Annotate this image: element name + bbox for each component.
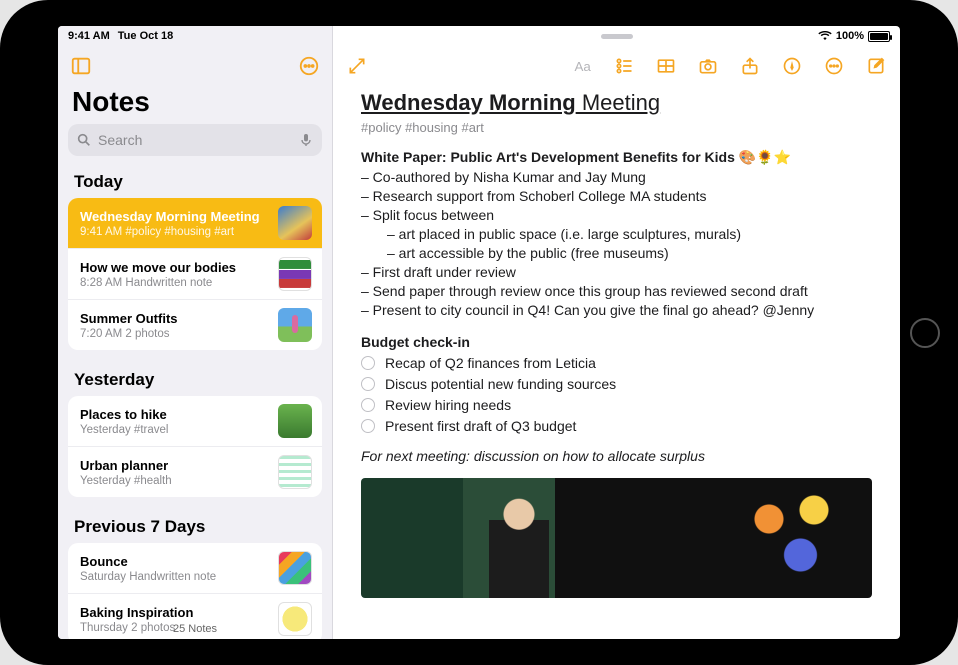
- note-title: Wednesday Morning Meeting: [361, 90, 872, 116]
- section-header: Yesterday: [68, 362, 322, 396]
- checkbox-icon[interactable]: [361, 398, 375, 412]
- notes-group: Wednesday Morning Meeting 9:41 AM #policy…: [68, 198, 322, 350]
- note-list-item[interactable]: Wednesday Morning Meeting 9:41 AM #policy…: [68, 198, 322, 249]
- note-thumbnail: [278, 551, 312, 585]
- note-list-item[interactable]: Summer Outfits 7:20 AM 2 photos: [68, 300, 322, 350]
- compose-icon[interactable]: [866, 56, 886, 76]
- note-thumbnail: [278, 308, 312, 342]
- note-line: – Co-authored by Nisha Kumar and Jay Mun…: [361, 169, 872, 185]
- note-heading: White Paper: Public Art's Development Be…: [361, 149, 872, 166]
- note-thumbnail: [278, 206, 312, 240]
- checklist-label: Present first draft of Q3 budget: [385, 418, 576, 434]
- note-item-subtitle: 8:28 AM Handwritten note: [80, 277, 270, 289]
- note-line: – Split focus between: [361, 207, 872, 223]
- note-line: – art accessible by the public (free mus…: [387, 245, 872, 261]
- more-icon[interactable]: [298, 55, 320, 77]
- sidebar-toggle-icon[interactable]: [70, 55, 92, 77]
- note-list-item[interactable]: Places to hike Yesterday #travel: [68, 396, 322, 447]
- note-item-title: Bounce: [80, 554, 270, 569]
- note-item-title: Wednesday Morning Meeting: [80, 209, 270, 224]
- battery-percent: 100%: [836, 30, 864, 42]
- table-icon[interactable]: [656, 56, 676, 76]
- editor-toolbar: Aa: [333, 48, 900, 84]
- ipad-frame: 9:41 AM Tue Oct 18 100% Notes TodayWedne…: [0, 0, 958, 665]
- battery-icon: [868, 31, 890, 42]
- note-list-item[interactable]: How we move our bodies 8:28 AM Handwritte…: [68, 249, 322, 300]
- checklist-icon[interactable]: [614, 56, 634, 76]
- note-attached-photo[interactable]: [361, 478, 872, 598]
- share-icon[interactable]: [740, 56, 760, 76]
- checklist-label: Review hiring needs: [385, 397, 511, 413]
- notes-group: Places to hike Yesterday #travel Urban pla…: [68, 396, 322, 497]
- mic-icon[interactable]: [298, 131, 314, 149]
- search-input[interactable]: [68, 124, 322, 156]
- notes-count: 25 Notes: [58, 623, 332, 635]
- status-bar: 9:41 AM Tue Oct 18 100%: [58, 26, 900, 46]
- note-item-subtitle: Saturday Handwritten note: [80, 571, 270, 583]
- note-thumbnail: [278, 257, 312, 291]
- checklist-item[interactable]: Discus potential new funding sources: [361, 376, 872, 392]
- camera-icon[interactable]: [698, 56, 718, 76]
- note-list-item[interactable]: Bounce Saturday Handwritten note: [68, 543, 322, 594]
- note-item-subtitle: Yesterday #health: [80, 475, 270, 487]
- checklist-item[interactable]: Recap of Q2 finances from Leticia: [361, 355, 872, 371]
- wifi-icon: [818, 31, 832, 41]
- note-list-item[interactable]: Urban planner Yesterday #health: [68, 447, 322, 497]
- checkbox-icon[interactable]: [361, 377, 375, 391]
- note-heading: Budget check-in: [361, 334, 872, 350]
- note-item-title: Urban planner: [80, 458, 270, 473]
- section-header: Previous 7 Days: [68, 509, 322, 543]
- note-thumbnail: [278, 455, 312, 489]
- note-item-title: Places to hike: [80, 407, 270, 422]
- note-item-title: How we move our bodies: [80, 260, 270, 275]
- note-item-subtitle: Yesterday #travel: [80, 424, 270, 436]
- note-line: – Present to city council in Q4! Can you…: [361, 302, 872, 318]
- section-header: Today: [68, 164, 322, 198]
- checkbox-icon[interactable]: [361, 419, 375, 433]
- note-italic-line: For next meeting: discussion on how to a…: [361, 448, 872, 464]
- notes-list[interactable]: Today Wednesday Morning Meeting 9:41 AM #p…: [58, 164, 332, 639]
- note-line: – art placed in public space (i.e. large…: [387, 226, 872, 242]
- markup-icon[interactable]: [782, 56, 802, 76]
- note-content[interactable]: Wednesday Morning Meeting #policy #housi…: [333, 84, 900, 639]
- expand-icon[interactable]: [347, 56, 367, 76]
- note-tags: #policy #housing #art: [361, 120, 872, 135]
- status-time: 9:41 AM: [68, 30, 110, 42]
- status-date: Tue Oct 18: [118, 30, 173, 42]
- note-thumbnail: [278, 404, 312, 438]
- checklist-label: Recap of Q2 finances from Leticia: [385, 355, 596, 371]
- note-item-title: Summer Outfits: [80, 311, 270, 326]
- checklist-item[interactable]: Review hiring needs: [361, 397, 872, 413]
- note-line: – Send paper through review once this gr…: [361, 283, 872, 299]
- note-item-subtitle: 9:41 AM #policy #housing #art: [80, 226, 270, 238]
- sidebar-title: Notes: [58, 84, 332, 124]
- checkbox-icon[interactable]: [361, 356, 375, 370]
- notes-sidebar: Notes Today Wednesday Morning Meeting 9:41…: [58, 26, 333, 639]
- format-text-icon[interactable]: Aa: [572, 56, 592, 76]
- note-item-subtitle: 7:20 AM 2 photos: [80, 328, 270, 340]
- search-icon: [76, 132, 92, 148]
- note-item-title: Baking Inspiration: [80, 605, 270, 620]
- note-line: – Research support from Schoberl College…: [361, 188, 872, 204]
- screen: 9:41 AM Tue Oct 18 100% Notes TodayWedne…: [58, 26, 900, 639]
- note-line: – First draft under review: [361, 264, 872, 280]
- note-editor: Aa Wednesday Morning Meeting #policy #ho…: [333, 26, 900, 639]
- home-button[interactable]: [910, 318, 940, 348]
- more-options-icon[interactable]: [824, 56, 844, 76]
- checklist-item[interactable]: Present first draft of Q3 budget: [361, 418, 872, 434]
- checklist-label: Discus potential new funding sources: [385, 376, 616, 392]
- svg-text:Aa: Aa: [575, 59, 592, 74]
